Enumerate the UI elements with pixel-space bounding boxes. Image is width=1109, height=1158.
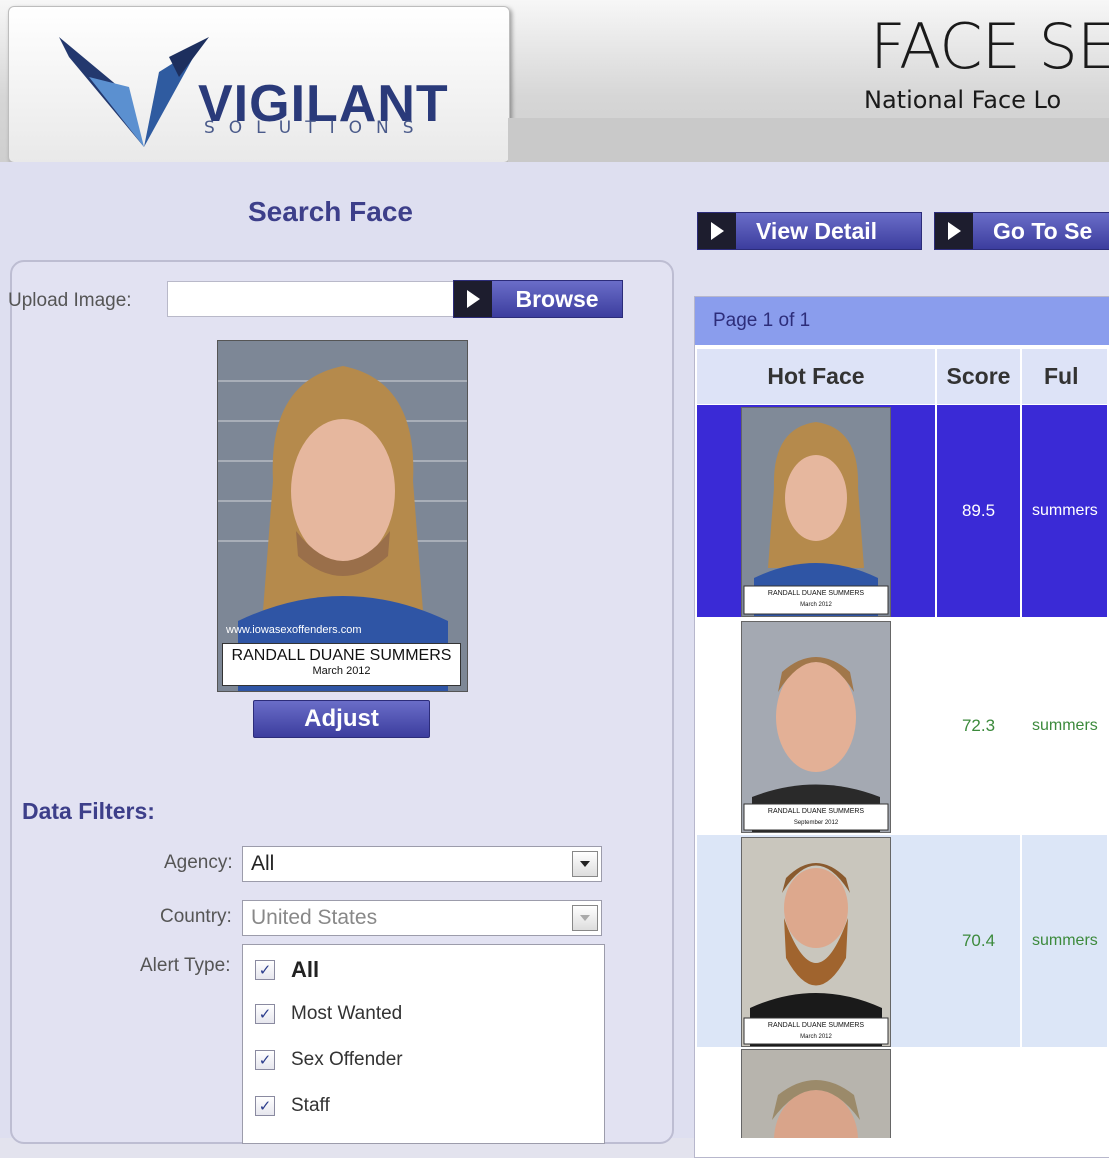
mugshot-image [742,838,890,1046]
result-thumbnail [741,1049,891,1138]
score-cell [937,1047,1022,1138]
country-label: Country: [160,906,232,927]
alert-option-all[interactable]: ✓ All [255,957,319,983]
alert-option-label: All [291,957,320,982]
table-row[interactable]: RANDALL DUANE SUMMERS September 2012 72.… [697,617,1109,835]
mugshot-image [742,408,890,616]
browse-button[interactable]: Browse [453,280,623,318]
column-header-full-name[interactable]: Ful [1022,349,1109,404]
column-header-score[interactable]: Score [937,349,1022,404]
photo-website: www.iowasexoffenders.com [226,624,362,636]
name-cell: summers [1022,405,1109,617]
adjust-button[interactable]: Adjust [253,700,430,738]
checkbox-checked-icon[interactable]: ✓ [255,1050,275,1070]
chevron-down-icon[interactable] [572,851,598,877]
chevron-down-icon[interactable] [572,905,598,931]
table-row[interactable]: RANDALL DUANE SUMMERS March 2012 89.5 su… [697,405,1109,617]
thumb-caption-date: September 2012 [793,820,839,826]
thumb-caption-date: March 2012 [800,602,832,608]
country-select[interactable]: United States [242,900,602,936]
alert-option-sex-offender[interactable]: ✓ Sex Offender [255,1049,403,1071]
name-cell [1022,1047,1109,1138]
agency-label: Agency: [164,852,233,873]
name-cell: summers [1022,617,1109,835]
search-title: Search Face [248,196,413,227]
column-header-hot-face[interactable]: Hot Face [697,349,937,404]
logo-tagline: SOLUTIONS [204,118,428,138]
result-thumbnail: RANDALL DUANE SUMMERS March 2012 [741,837,891,1047]
agency-select[interactable]: All [242,846,602,882]
checkbox-checked-icon[interactable]: ✓ [255,960,275,980]
alert-option-staff[interactable]: ✓ Staff [255,1095,330,1117]
name-cell: summers [1022,835,1109,1047]
agency-value: All [251,852,275,875]
mugshot-image [742,622,890,832]
table-row[interactable]: RANDALL DUANE SUMMERS March 2012 70.4 su… [697,835,1109,1047]
app-subtitle: National Face Lo [864,86,1062,114]
go-to-label: Go To Se [993,217,1093,244]
country-value: United States [251,906,378,929]
alert-option-label: Most Wanted [291,1003,403,1024]
filters-title: Data Filters: [22,798,155,824]
checkbox-checked-icon[interactable]: ✓ [255,1004,275,1024]
view-detail-label: View Detail [756,217,878,244]
table-row[interactable] [697,1047,1109,1138]
upload-label: Upload Image: [8,290,132,311]
score-cell: 89.5 [937,405,1022,617]
thumb-caption-date: March 2012 [800,1034,832,1040]
thumb-caption-name: RANDALL DUANE SUMMERS [767,1022,865,1029]
browse-label: Browse [515,285,599,312]
thumb-caption-name: RANDALL DUANE SUMMERS [767,808,865,815]
placard-date: March 2012 [312,665,371,677]
chevron-right-icon [698,213,736,249]
thumb-caption-name: RANDALL DUANE SUMMERS [767,590,865,597]
alert-option-most-wanted[interactable]: ✓ Most Wanted [255,1003,402,1025]
vigilant-logo-icon [59,37,209,147]
alert-type-list: ✓ All ✓ Most Wanted ✓ Sex Offender ✓ Sta… [242,944,605,1144]
chevron-right-icon [454,281,492,317]
mugshot-image [218,341,467,691]
pager: Page 1 of 1 [695,297,1109,345]
alert-type-label: Alert Type: [140,955,231,976]
app-title: FACE SE [870,10,1109,83]
go-to-search-button[interactable]: Go To Se [934,212,1109,250]
mugshot-image [742,1050,890,1138]
title-band [508,118,1109,162]
result-thumbnail: RANDALL DUANE SUMMERS March 2012 [741,407,891,617]
placard-name: RANDALL DUANE SUMMERS [231,647,452,664]
score-cell: 72.3 [937,617,1022,835]
photo-placard: RANDALL DUANE SUMMERS March 2012 [222,643,461,686]
upload-input[interactable] [167,281,457,317]
result-thumbnail: RANDALL DUANE SUMMERS September 2012 [741,621,891,833]
alert-option-label: Sex Offender [291,1049,403,1070]
score-cell: 70.4 [937,835,1022,1047]
checkbox-checked-icon[interactable]: ✓ [255,1096,275,1116]
alert-option-label: Staff [291,1095,330,1116]
uploaded-photo: www.iowasexoffenders.com RANDALL DUANE S… [217,340,468,692]
view-detail-button[interactable]: View Detail [697,212,922,250]
chevron-right-icon [935,213,973,249]
